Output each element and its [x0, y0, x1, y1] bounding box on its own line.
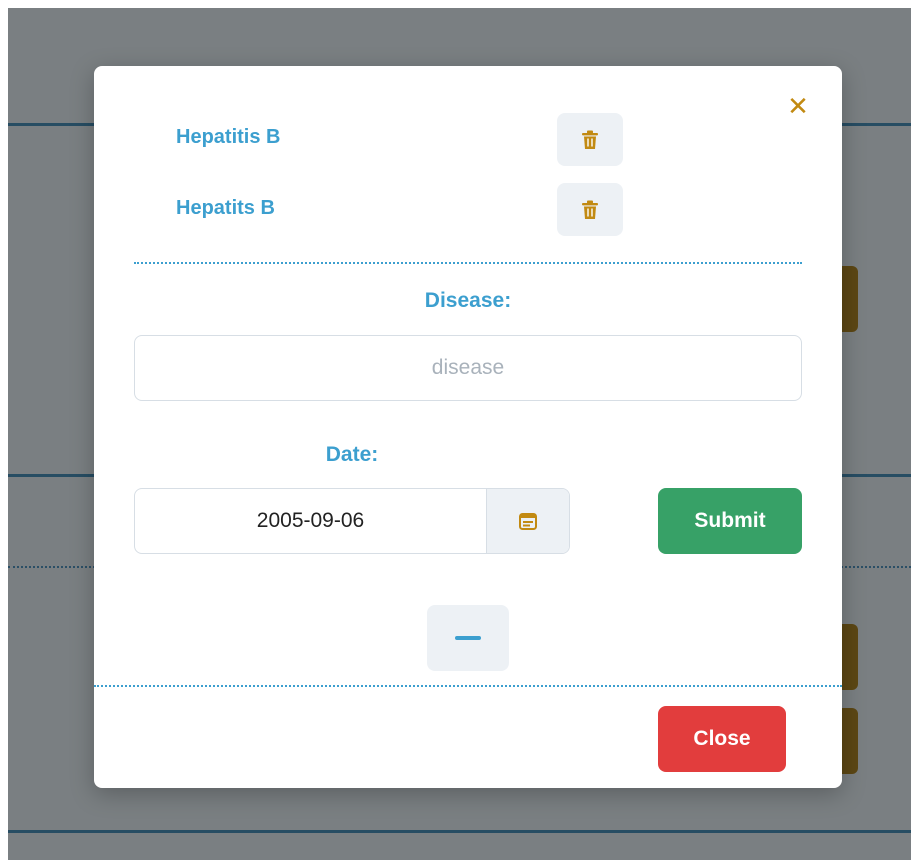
record-name: Hepatits B	[176, 197, 275, 219]
minus-icon	[455, 636, 481, 640]
close-icon[interactable]: ✕	[786, 93, 810, 119]
remove-field-button[interactable]	[427, 605, 509, 671]
trash-icon	[582, 130, 598, 149]
background-divider	[8, 830, 911, 833]
date-input[interactable]: 2005-09-06	[135, 489, 486, 553]
submit-button[interactable]: Submit	[658, 488, 802, 554]
delete-record-button[interactable]	[557, 183, 623, 236]
disease-modal: ✕ Hepatitis B Hepatits B Disease: Date: …	[94, 66, 842, 788]
date-label: Date:	[325, 443, 379, 466]
disease-input[interactable]	[134, 335, 802, 401]
calendar-button[interactable]	[486, 489, 569, 553]
delete-record-button[interactable]	[557, 113, 623, 166]
record-name: Hepatitis B	[176, 126, 281, 148]
calendar-icon	[519, 513, 537, 530]
trash-icon	[582, 200, 598, 219]
disease-label: Disease:	[424, 289, 512, 312]
date-picker: 2005-09-06	[134, 488, 570, 554]
footer-divider	[94, 685, 842, 687]
close-button[interactable]: Close	[658, 706, 786, 772]
section-divider	[134, 262, 802, 264]
